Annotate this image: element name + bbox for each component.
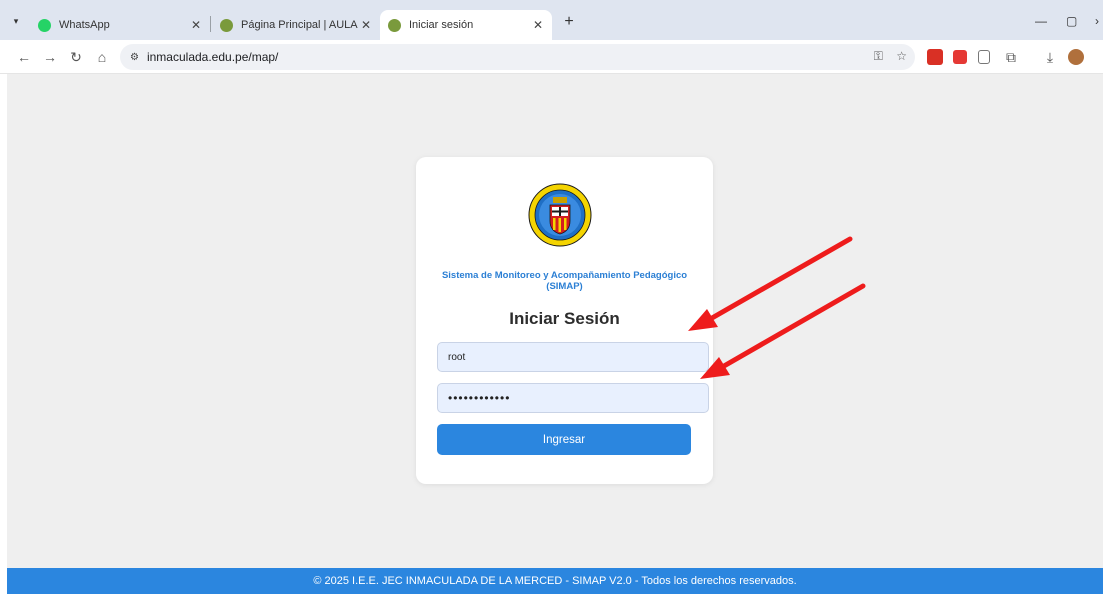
new-tab-icon[interactable]: + [560,14,578,32]
address-bar-actions: ⚿ ☆ [864,49,907,64]
minimize-icon[interactable]: — [1035,14,1047,28]
school-crest-logo [528,183,592,247]
login-heading: Iniciar Sesión [509,309,620,328]
tab-aula-virtual[interactable]: Página Principal | AULA VIRTUAL ✕ [212,10,380,40]
forward-icon[interactable]: → [42,49,58,65]
whatsapp-favicon-icon [38,18,51,32]
site-favicon-icon [388,18,401,32]
tab-title: Iniciar sesión [409,19,474,31]
restore-icon[interactable]: ▢ [1066,14,1077,28]
close-tab-icon[interactable]: ✕ [188,18,204,32]
tab-iniciar-sesion[interactable]: Iniciar sesión ✕ [380,10,552,40]
address-bar[interactable]: ⚙ inmaculada.edu.pe/map/ ⚿ ☆ [120,44,915,70]
tab-whatsapp[interactable]: WhatsApp ✕ [30,10,210,40]
home-icon[interactable]: ⌂ [94,49,110,65]
extensions-puzzle-icon[interactable]: ⧉ [1003,49,1019,65]
system-title: Sistema de Monitoreo y Acompañamiento Pe… [441,270,688,292]
password-input[interactable] [437,383,709,413]
bookmark-star-icon[interactable]: ☆ [896,49,907,63]
download-icon[interactable]: ⤓ [1042,49,1058,65]
page-background: Sistema de Monitoreo y Acompañamiento Pe… [7,74,1103,594]
url-text[interactable]: inmaculada.edu.pe/map/ [147,50,278,64]
tab-separator [210,16,211,32]
tab-title: Página Principal | AULA VIRTUAL [241,19,358,31]
extension-new-icon[interactable] [927,49,943,65]
password-key-icon[interactable]: ⚿ [874,49,883,63]
browser-toolbar: ← → ↻ ⌂ ⚙ inmaculada.edu.pe/map/ ⚿ ☆ ⧉ ⤓ [0,40,1103,74]
profile-avatar[interactable] [1068,49,1084,65]
close-tab-icon[interactable]: ✕ [530,18,546,32]
page-footer: © 2025 I.E.E. JEC INMACULADA DE LA MERCE… [7,568,1103,594]
extension-pdf-icon[interactable] [953,50,967,64]
login-card: Sistema de Monitoreo y Acompañamiento Pe… [416,157,713,484]
close-window-icon[interactable]: › [1095,14,1099,28]
close-tab-icon[interactable]: ✕ [358,18,374,32]
site-favicon-icon [220,18,233,32]
tab-strip: ▾ WhatsApp ✕ Página Principal | AULA VIR… [0,0,1103,40]
reading-list-icon[interactable] [978,50,990,64]
tab-search-chevron-icon[interactable]: ▾ [8,13,24,29]
tab-title: WhatsApp [59,19,110,31]
back-icon[interactable]: ← [16,49,32,65]
login-submit-button[interactable]: Ingresar [437,424,691,455]
reload-icon[interactable]: ↻ [68,49,84,65]
username-input[interactable] [437,342,709,372]
site-info-icon[interactable]: ⚙ [130,52,139,63]
